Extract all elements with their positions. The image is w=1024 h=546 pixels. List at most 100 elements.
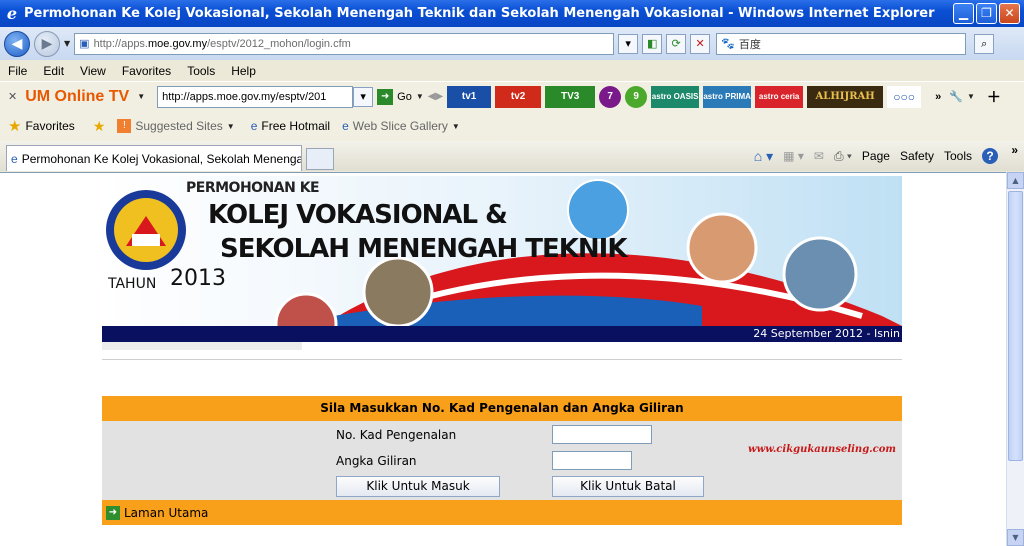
search-placeholder: 百度: [738, 37, 761, 51]
maximize-button[interactable]: ❐: [976, 3, 997, 24]
compatibility-view-icon[interactable]: ◧: [642, 33, 663, 54]
banner-year-label: TAHUN: [108, 276, 157, 292]
toolbar-overflow-icon[interactable]: »: [935, 91, 941, 103]
channel-tv9[interactable]: 9: [625, 85, 648, 108]
close-button[interactable]: ✕: [999, 3, 1020, 24]
recent-pages-dropdown-icon[interactable]: ▼: [64, 39, 70, 48]
um-online-tv-toolbar: ✕ UM Online TV ▼ http://apps.moe.gov.my/…: [0, 81, 1024, 111]
menu-edit[interactable]: Edit: [35, 64, 72, 78]
channel-ntv7[interactable]: 7: [599, 85, 622, 108]
menu-file[interactable]: File: [0, 64, 35, 78]
menu-view[interactable]: View: [72, 64, 114, 78]
window-titlebar: e Permohonan Ke Kolej Vokasional, Sekola…: [0, 0, 1024, 27]
tools-menu[interactable]: Tools: [944, 149, 972, 163]
arrow-right-icon[interactable]: ➜: [106, 505, 120, 520]
menu-help[interactable]: Help: [223, 64, 264, 78]
menu-tools[interactable]: Tools: [179, 64, 223, 78]
web-slice-icon: e: [342, 119, 349, 133]
ic-number-input[interactable]: [552, 425, 652, 444]
fav-web-slice-gallery[interactable]: e Web Slice Gallery ▼: [342, 119, 464, 133]
search-input[interactable]: 🐾 百度: [716, 32, 967, 55]
channel-astro-ceria[interactable]: astro ceria: [755, 85, 804, 108]
channel-astro-prima[interactable]: astro PRIMA: [703, 85, 752, 108]
olympic-rings-icon[interactable]: ○○○: [887, 85, 922, 108]
fav-free-hotmail[interactable]: e Free Hotmail: [251, 119, 330, 133]
favorites-button[interactable]: Favorites: [25, 119, 74, 133]
giliran-label: Angka Giliran: [336, 454, 417, 468]
feeds-icon[interactable]: ▦ ▾: [783, 149, 804, 163]
ministry-logo-icon: [106, 190, 186, 270]
home-link-bar: ➜ Laman Utama: [102, 500, 902, 525]
print-icon[interactable]: ⎙ ▾: [834, 149, 852, 164]
channel-alhijrah[interactable]: ALHIJRAH: [807, 85, 884, 108]
banner-year: 2013: [170, 266, 226, 291]
favorites-star-icon[interactable]: ★: [8, 117, 21, 135]
read-mail-icon[interactable]: ✉: [814, 149, 824, 163]
fav-webslice-label: Web Slice Gallery: [352, 119, 448, 133]
fav-suggested-label: Suggested Sites: [135, 119, 223, 133]
hotmail-page-icon: e: [250, 119, 258, 133]
favorites-bar: ★ Favorites ★ ! Suggested Sites ▼ e Free…: [0, 111, 1024, 141]
banner-line3: SEKOLAH MENENGAH TEKNIK: [220, 234, 627, 264]
um-url-input[interactable]: http://apps.moe.gov.my/esptv/201: [157, 85, 354, 108]
menu-bar: File Edit View Favorites Tools Help: [0, 60, 1024, 81]
url-suffix: /esptv/2012_mohon/login.cfm: [207, 37, 351, 50]
address-input[interactable]: ▣ http://apps. moe.gov.my/esptv/2012_moho…: [74, 32, 615, 55]
ie-logo-icon: e: [6, 3, 18, 23]
channel-tv2[interactable]: tv2: [495, 85, 542, 108]
add-favorites-icon[interactable]: ★: [93, 118, 106, 135]
login-form: No. Kad Pengenalan Angka Giliran www.cik…: [102, 421, 902, 500]
home-icon[interactable]: ⌂ ▾: [754, 148, 773, 165]
um-menu-dropdown-icon[interactable]: ▼: [137, 92, 145, 101]
toolbar-chevron-icon[interactable]: »: [1011, 143, 1018, 157]
tab-bar: e Permohonan Ke Kolej Vokasional, Sekola…: [0, 141, 1024, 171]
page-menu[interactable]: Page: [862, 149, 890, 163]
window-title: Permohonan Ke Kolej Vokasional, Sekolah …: [24, 6, 935, 21]
address-toolbar: ◀ ▶ ▼ ▣ http://apps. moe.gov.my/esptv/201…: [0, 27, 1024, 60]
banner-line1: PERMOHONAN KE: [186, 180, 320, 196]
channel-tv3[interactable]: TV3: [545, 85, 596, 108]
forward-button[interactable]: ▶: [34, 30, 60, 57]
menu-favorites[interactable]: Favorites: [114, 64, 179, 78]
add-toolbar-icon[interactable]: ＋: [987, 87, 1001, 107]
wrench-dropdown-icon[interactable]: ▼: [967, 92, 975, 101]
new-tab-button[interactable]: [306, 148, 334, 170]
tab-page-icon: e: [11, 151, 18, 166]
address-dropdown-icon[interactable]: ▾: [618, 33, 639, 54]
channel-scroll-icon[interactable]: ◀▶: [428, 91, 443, 102]
go-dropdown-icon[interactable]: ▼: [416, 92, 424, 101]
scroll-thumb[interactable]: [1008, 191, 1023, 461]
ic-label: No. Kad Pengenalan: [336, 428, 457, 442]
sub-bar: [102, 342, 902, 360]
wrench-icon[interactable]: 🔧: [949, 90, 963, 103]
webslice-dropdown-icon: ▼: [451, 121, 460, 131]
go-button[interactable]: Go: [397, 91, 412, 103]
home-link[interactable]: Laman Utama: [124, 506, 208, 520]
safety-menu[interactable]: Safety: [900, 149, 934, 163]
help-icon[interactable]: ?: [982, 148, 998, 164]
banner-line2: KOLEJ VOKASIONAL &: [208, 200, 508, 230]
cancel-button[interactable]: Klik Untuk Batal: [552, 476, 704, 497]
vertical-scrollbar[interactable]: ▲ ▼: [1006, 172, 1024, 546]
page-viewport: PERMOHONAN KE KOLEJ VOKASIONAL & SEKOLAH…: [0, 172, 1006, 546]
um-url-dropdown-icon[interactable]: ▾: [353, 86, 374, 107]
date-bar: 24 September 2012 - Isnin: [102, 326, 902, 342]
refresh-icon[interactable]: ⟳: [666, 33, 687, 54]
channel-astro-oasis[interactable]: astro OASIS: [651, 85, 700, 108]
command-bar: ⌂ ▾ ▦ ▾ ✉ ⎙ ▾ Page Safety Tools ?: [754, 148, 998, 165]
minimize-button[interactable]: ▁: [953, 3, 974, 24]
search-icon[interactable]: ⌕: [974, 33, 995, 54]
back-button[interactable]: ◀: [4, 30, 30, 57]
login-form-heading: Sila Masukkan No. Kad Pengenalan dan Ang…: [102, 396, 902, 421]
stop-icon[interactable]: ✕: [690, 33, 711, 54]
um-toolbar-title[interactable]: UM Online TV: [25, 88, 129, 106]
toolbar-close-icon[interactable]: ✕: [8, 90, 17, 103]
tab-active[interactable]: e Permohonan Ke Kolej Vokasional, Sekola…: [6, 145, 302, 171]
fav-suggested-sites[interactable]: ! Suggested Sites ▼: [117, 119, 238, 133]
channel-tv1[interactable]: tv1: [447, 85, 492, 108]
go-icon[interactable]: ➜: [377, 88, 394, 105]
giliran-input[interactable]: [552, 451, 632, 470]
scroll-up-icon[interactable]: ▲: [1007, 172, 1024, 189]
scroll-down-icon[interactable]: ▼: [1007, 529, 1024, 546]
login-submit-button[interactable]: Klik Untuk Masuk: [336, 476, 500, 497]
